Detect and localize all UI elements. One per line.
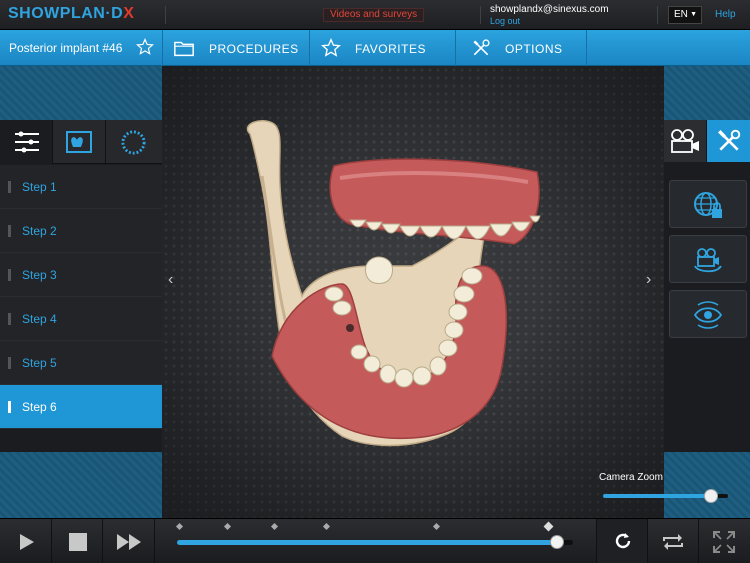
step-marker xyxy=(8,225,11,237)
globe-lock-button[interactable] xyxy=(669,180,747,228)
camera-icon xyxy=(671,129,699,153)
step-item-1[interactable]: Step 1 xyxy=(0,165,162,209)
jaw-model[interactable] xyxy=(232,116,552,506)
top-bar: SHOWPLAN·DX Videos and surveys showpland… xyxy=(0,0,750,30)
step-item-6[interactable]: Step 6 xyxy=(0,385,162,429)
step-marker xyxy=(8,269,11,281)
step-marker xyxy=(8,181,11,193)
camera-zoom-slider[interactable] xyxy=(603,489,728,503)
tab-steps[interactable] xyxy=(0,120,53,164)
step-label: Step 2 xyxy=(22,224,57,238)
fullscreen-button[interactable] xyxy=(699,519,750,563)
eye-rotate-icon xyxy=(693,301,723,329)
nav-options[interactable]: OPTIONS xyxy=(456,30,587,66)
step-marker xyxy=(8,357,11,369)
step-item-2[interactable]: Step 2 xyxy=(0,209,162,253)
logout-link[interactable]: Log out xyxy=(490,16,520,26)
stop-button[interactable] xyxy=(52,519,103,563)
divider xyxy=(165,6,166,24)
steps-list: Step 1 Step 2 Step 3 Step 4 Step 5 Step … xyxy=(0,165,162,429)
nav-procedures-label: PROCEDURES xyxy=(209,42,299,56)
repeat-button[interactable] xyxy=(648,519,699,563)
panel-pattern xyxy=(664,66,750,120)
divider xyxy=(480,6,481,24)
globe-lock-icon xyxy=(694,192,722,218)
fast-forward-button[interactable] xyxy=(103,519,155,563)
play-icon xyxy=(20,534,34,550)
videos-and-surveys-button[interactable]: Videos and surveys xyxy=(323,8,425,22)
fast-forward-icon xyxy=(117,534,141,550)
step-marker xyxy=(8,313,11,325)
divider xyxy=(657,6,658,24)
panel-pattern xyxy=(0,452,162,518)
nav-favorites-label: FAVORITES xyxy=(355,42,426,56)
xray-icon xyxy=(66,131,92,153)
camera-rotate-button[interactable] xyxy=(669,235,747,283)
case-title-section: Posterior implant #46 xyxy=(0,30,163,66)
help-link[interactable]: Help xyxy=(715,9,736,20)
step-label: Step 5 xyxy=(22,356,57,370)
camera-zoom-fill xyxy=(603,494,711,498)
play-button[interactable] xyxy=(0,519,52,563)
tab-xray[interactable] xyxy=(53,120,106,164)
camera-rotate-icon xyxy=(694,248,722,273)
stop-icon xyxy=(69,533,87,551)
camera-zoom-knob[interactable] xyxy=(703,489,718,503)
refresh-button[interactable] xyxy=(596,519,648,563)
chevron-down-icon: ▼ xyxy=(690,11,697,18)
star-outline-icon[interactable] xyxy=(136,38,154,56)
circle-dial-icon xyxy=(121,130,146,155)
timeline-slider[interactable] xyxy=(177,535,573,549)
tab-dial[interactable] xyxy=(106,120,162,164)
prev-view-arrow[interactable]: ‹ xyxy=(168,271,173,289)
refresh-icon xyxy=(615,533,631,549)
fullscreen-icon xyxy=(713,531,735,553)
nav-options-label: OPTIONS xyxy=(505,42,563,56)
steps-list-icon xyxy=(15,131,39,153)
left-panel-tabs xyxy=(0,120,162,164)
step-label: Step 3 xyxy=(22,268,57,282)
step-label: Step 1 xyxy=(22,180,57,194)
panel-pattern xyxy=(664,452,750,518)
step-item-5[interactable]: Step 5 xyxy=(0,341,162,385)
app-window: SHOWPLAN·DX Videos and surveys showpland… xyxy=(0,0,750,563)
nav-bar: Posterior implant #46 PROCEDURES FAVORIT… xyxy=(0,30,750,66)
step-item-3[interactable]: Step 3 xyxy=(0,253,162,297)
eye-rotate-button[interactable] xyxy=(669,290,747,338)
language-select[interactable]: EN ▼ xyxy=(668,6,702,24)
nav-favorites[interactable]: FAVORITES xyxy=(310,30,456,66)
camera-zoom-label: Camera Zoom xyxy=(599,472,663,483)
step-item-4[interactable]: Step 4 xyxy=(0,297,162,341)
step-marker xyxy=(8,401,11,413)
user-email: showplandx@sinexus.com xyxy=(490,4,609,15)
next-view-arrow[interactable]: › xyxy=(646,271,651,289)
nav-procedures[interactable]: PROCEDURES xyxy=(163,30,310,66)
case-title: Posterior implant #46 xyxy=(9,41,123,55)
tools-icon xyxy=(718,129,741,151)
panel-pattern xyxy=(0,66,162,120)
3d-viewport[interactable]: ‹ › xyxy=(162,66,664,518)
repeat-icon xyxy=(663,534,683,550)
timeline-progress xyxy=(177,540,558,545)
star-icon xyxy=(321,38,341,57)
tab-camera[interactable] xyxy=(664,120,707,162)
brand-logo: SHOWPLAN·DX xyxy=(8,5,135,22)
step-label: Step 4 xyxy=(22,312,57,326)
tools-icon xyxy=(473,39,490,56)
step-label: Step 6 xyxy=(22,400,57,414)
tab-tools[interactable] xyxy=(707,120,750,162)
folder-icon xyxy=(174,41,194,57)
